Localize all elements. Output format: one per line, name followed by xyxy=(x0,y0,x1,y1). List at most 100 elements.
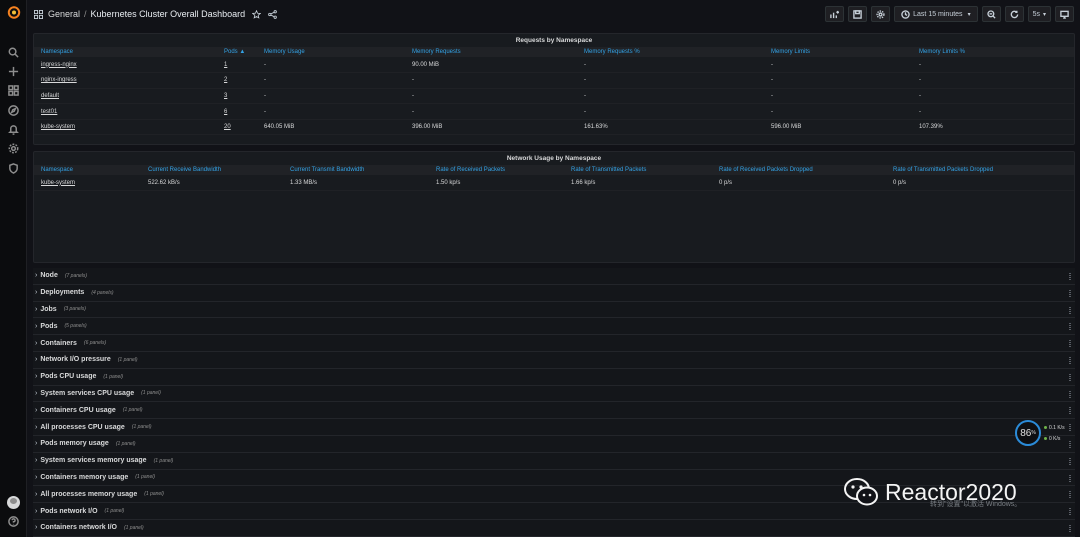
drag-handle-icon[interactable] xyxy=(1069,323,1071,331)
drag-handle-icon[interactable] xyxy=(1069,491,1071,499)
dashboard-row[interactable]: › Pods memory usage (1 panel) xyxy=(33,435,1075,453)
pods-count-link[interactable]: 3 xyxy=(217,88,257,105)
time-range-label: Last 15 minutes xyxy=(913,10,963,18)
refresh-button[interactable] xyxy=(1004,6,1024,22)
table-cell: 522.62 kB/s xyxy=(141,175,283,192)
dashboard-row[interactable]: › System services memory usage (1 panel) xyxy=(33,452,1075,470)
column-header[interactable]: Current Receive Bandwidth xyxy=(141,165,283,175)
plus-icon[interactable] xyxy=(7,65,20,78)
row-title: System services memory usage xyxy=(40,457,147,465)
drag-handle-icon[interactable] xyxy=(1069,340,1071,348)
dashboard-row[interactable]: › All processes CPU usage (1 panel) xyxy=(33,419,1075,436)
namespace-link[interactable]: default xyxy=(34,88,217,105)
search-icon[interactable] xyxy=(7,46,20,59)
share-icon[interactable] xyxy=(268,9,277,19)
chevron-right-icon: › xyxy=(35,440,38,448)
dashboard-row[interactable]: › Containers CPU usage (1 panel) xyxy=(33,402,1075,420)
pods-count-link[interactable]: 6 xyxy=(217,103,257,120)
panel-title[interactable]: Network Usage by Namespace xyxy=(34,152,1074,165)
chevron-right-icon: › xyxy=(35,423,38,431)
drag-handle-icon[interactable] xyxy=(1069,289,1071,297)
help-icon[interactable] xyxy=(7,515,20,528)
explore-compass-icon[interactable] xyxy=(7,104,20,117)
top-navbar: General / Kubernetes Cluster Overall Das… xyxy=(27,0,1080,28)
wechat-logo-icon xyxy=(844,478,878,506)
column-header[interactable]: Pods ▲ xyxy=(217,47,257,57)
column-header[interactable]: Rate of Transmitted Packets Dropped xyxy=(886,165,1074,175)
grafana-logo-icon[interactable] xyxy=(7,5,21,19)
cpu-usage-gauge[interactable]: 86% xyxy=(1015,420,1041,446)
row-title: Pods CPU usage xyxy=(40,373,97,381)
table-cell: - xyxy=(577,103,764,120)
dashboards-icon[interactable] xyxy=(7,84,20,97)
drag-handle-icon[interactable] xyxy=(1069,440,1071,448)
drag-handle-icon[interactable] xyxy=(1069,306,1071,314)
star-icon[interactable] xyxy=(252,9,262,19)
user-avatar[interactable] xyxy=(7,496,20,509)
dashboard-row[interactable]: › Node (7 panels) xyxy=(33,268,1075,285)
namespace-link[interactable]: kube-system xyxy=(34,175,141,192)
drag-handle-icon[interactable] xyxy=(1069,356,1071,364)
download-rate: 0 xyxy=(1049,436,1052,442)
drag-handle-icon[interactable] xyxy=(1069,424,1071,432)
table-cell: - xyxy=(912,103,1074,120)
namespace-link[interactable]: test01 xyxy=(34,103,217,120)
windows-activation-notice: 转到"设置"以激活 Windows。 xyxy=(930,501,1022,508)
table-cell: - xyxy=(577,88,764,105)
pods-count-link[interactable]: 20 xyxy=(217,119,257,136)
drag-handle-icon[interactable] xyxy=(1069,508,1071,516)
column-header[interactable]: Memory Requests % xyxy=(577,47,764,57)
tv-mode-button[interactable] xyxy=(1055,6,1074,22)
chevron-right-icon: › xyxy=(35,457,38,465)
column-header[interactable]: Memory Limits % xyxy=(912,47,1074,57)
panel-title[interactable]: Requests by Namespace xyxy=(34,34,1074,47)
row-panel-count: (1 panel) xyxy=(153,457,174,464)
column-header[interactable]: Memory Requests xyxy=(405,47,577,57)
dashboard-row[interactable]: › Pods CPU usage (1 panel) xyxy=(33,368,1075,386)
table-cell: - xyxy=(405,88,577,105)
dashboard-row[interactable]: › Pods (5 panels) xyxy=(33,318,1075,336)
namespace-link[interactable]: ingress-nginx xyxy=(34,57,217,74)
column-header[interactable]: Namespace xyxy=(34,47,217,57)
column-header[interactable]: Rate of Received Packets Dropped xyxy=(712,165,886,175)
table-row: default 3 - - - - - xyxy=(34,88,1074,105)
download-indicator-icon xyxy=(1044,437,1047,441)
breadcrumb-folder[interactable]: General xyxy=(48,9,80,19)
dashboard-settings-button[interactable] xyxy=(871,6,891,22)
save-dashboard-button[interactable] xyxy=(848,6,868,22)
dashboard-row[interactable]: › System services CPU usage (1 panel) xyxy=(33,385,1075,403)
drag-handle-icon[interactable] xyxy=(1069,407,1071,415)
drag-handle-icon[interactable] xyxy=(1069,273,1071,280)
drag-handle-icon[interactable] xyxy=(1069,457,1071,465)
pods-count-link[interactable]: 2 xyxy=(217,72,257,89)
drag-handle-icon[interactable] xyxy=(1069,474,1071,482)
row-panel-count: (1 panel) xyxy=(141,390,161,397)
namespace-link[interactable]: nginx-ingress xyxy=(34,72,217,89)
dashboard-row[interactable]: › Jobs (3 panels) xyxy=(33,301,1075,319)
pods-count-link[interactable]: 1 xyxy=(217,57,257,74)
column-header[interactable]: Memory Limits xyxy=(764,47,912,57)
alerting-bell-icon[interactable] xyxy=(7,123,20,136)
time-range-picker[interactable]: Last 15 minutes ▾ xyxy=(894,6,978,22)
dashboard-title[interactable]: Kubernetes Cluster Overall Dashboard xyxy=(91,9,246,19)
namespace-link[interactable]: kube-system xyxy=(34,119,217,136)
zoom-out-button[interactable] xyxy=(981,6,1001,22)
breadcrumb-separator: / xyxy=(84,9,87,19)
drag-handle-icon[interactable] xyxy=(1069,390,1071,398)
dashboard-row[interactable]: › Network I/O pressure (1 panel) xyxy=(33,351,1075,369)
dashboard-row[interactable]: › Containers (6 panels) xyxy=(33,335,1075,352)
settings-gear-icon[interactable] xyxy=(7,142,20,155)
dashboard-row[interactable]: › Deployments (4 panels) xyxy=(33,284,1075,302)
add-panel-button[interactable] xyxy=(825,6,845,22)
drag-handle-icon[interactable] xyxy=(1069,524,1071,532)
column-header[interactable]: Current Transmit Bandwidth xyxy=(283,165,429,175)
column-header[interactable]: Rate of Transmitted Packets xyxy=(564,165,712,175)
column-header[interactable]: Rate of Received Packets xyxy=(429,165,564,175)
dashboard-row[interactable]: › Containers network I/O (1 panel) xyxy=(33,519,1075,537)
row-title: Jobs xyxy=(40,305,57,313)
refresh-interval-picker[interactable]: 5s ▾ xyxy=(1027,6,1051,22)
shield-icon[interactable] xyxy=(7,162,20,175)
column-header[interactable]: Namespace xyxy=(34,165,141,175)
drag-handle-icon[interactable] xyxy=(1069,373,1071,381)
column-header[interactable]: Memory Usage xyxy=(257,47,405,57)
